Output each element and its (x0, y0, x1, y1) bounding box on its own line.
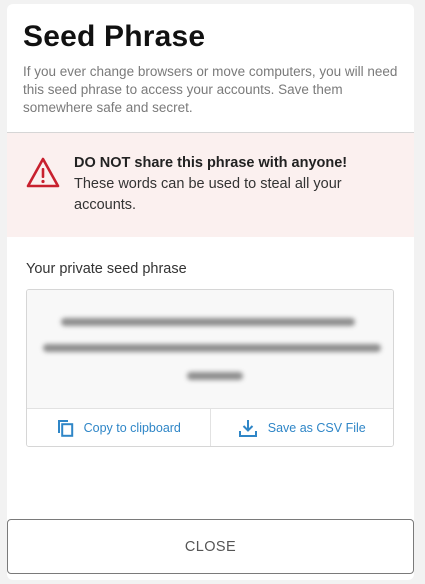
modal-header: Seed Phrase If you ever change browsers … (7, 4, 414, 133)
seed-blur-line (187, 372, 243, 380)
save-label: Save as CSV File (267, 421, 366, 435)
warning-detail: These words can be used to steal all you… (74, 176, 342, 213)
copy-to-clipboard-button[interactable]: Copy to clipboard (27, 409, 210, 446)
copy-label: Copy to clipboard (83, 421, 181, 435)
copy-icon (57, 420, 73, 437)
seed-actions: Copy to clipboard Save as CSV File (27, 408, 394, 446)
seed-box: Copy to clipboard Save as CSV File (26, 289, 394, 447)
close-button[interactable]: CLOSE (7, 519, 414, 574)
seed-phrase-blurred (27, 290, 393, 408)
warning-headline: DO NOT share this phrase with anyone! (74, 155, 348, 171)
save-csv-button[interactable]: Save as CSV File (209, 409, 394, 446)
warning-triangle-icon (26, 157, 60, 188)
seed-phrase-modal: Seed Phrase If you ever change browsers … (7, 4, 414, 580)
seed-blur-line (43, 344, 381, 352)
download-icon (238, 420, 257, 437)
warning-message: DO NOT share this phrase with anyone! Th… (74, 153, 398, 216)
modal-title: Seed Phrase (23, 20, 206, 53)
seed-section: Your private seed phrase Copy to clipboa… (7, 237, 414, 447)
seed-blur-line (61, 318, 355, 326)
seed-label: Your private seed phrase (26, 261, 187, 277)
modal-subtitle: If you ever change browsers or move comp… (23, 64, 398, 115)
warning-banner: DO NOT share this phrase with anyone! Th… (7, 133, 414, 237)
